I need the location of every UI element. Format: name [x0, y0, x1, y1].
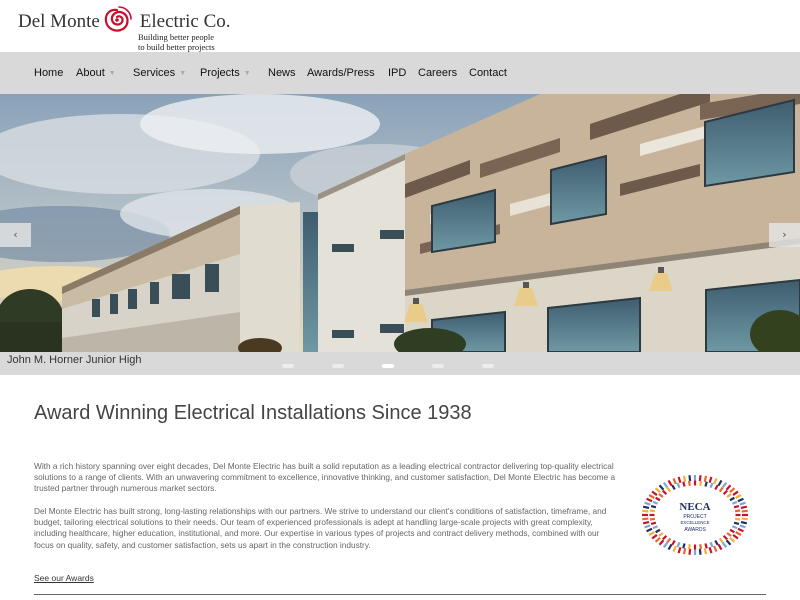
badge-ring-segment: [693, 480, 697, 486]
nav-label: IPD: [388, 67, 407, 79]
nav-label: Contact: [469, 67, 507, 79]
nav-about[interactable]: About ▼: [76, 52, 116, 94]
badge-ring-segment: [693, 544, 697, 550]
chevron-down-icon: ▼: [243, 70, 251, 77]
nav-careers[interactable]: Careers: [418, 52, 457, 94]
nav-projects[interactable]: Projects ▼: [200, 52, 251, 94]
chevron-down-icon: ▼: [108, 70, 116, 77]
content-divider: [34, 594, 766, 595]
badge-ring-segment: [693, 475, 697, 481]
chevron-down-icon: ▼: [179, 70, 187, 77]
nav-label: Projects: [200, 67, 240, 79]
tagline-line-2: to build better projects: [138, 42, 215, 52]
badge-line-4: AWARDS: [684, 527, 706, 533]
logo-swirl-icon: [104, 6, 132, 32]
relationships-paragraph: Del Monte Electric has built strong, lon…: [34, 506, 607, 550]
nav-awards-press[interactable]: Awards/Press: [307, 52, 375, 94]
slider-dot-3[interactable]: [382, 364, 394, 368]
slide-caption: John M. Horner Junior High: [7, 354, 142, 366]
logo[interactable]: Del Monte Electric Co. Building better pe…: [18, 5, 238, 52]
badge-ring-segment: [642, 513, 648, 517]
nav-label: Home: [34, 67, 64, 79]
nav-news[interactable]: News: [268, 52, 296, 94]
site-header: Del Monte Electric Co. Building better pe…: [0, 0, 800, 52]
page-headline: Award Winning Electrical Installations S…: [34, 402, 472, 424]
logo-name-right: Electric Co.: [139, 11, 231, 32]
logo-tagline: Building better people to build better p…: [138, 32, 215, 52]
nav-services[interactable]: Services ▼: [133, 52, 186, 94]
slider-dot-5[interactable]: [482, 364, 494, 368]
nav-label: Awards/Press: [307, 67, 375, 79]
badge-ring-segment: [649, 513, 655, 517]
slide-caption-bar: John M. Horner Junior High: [0, 352, 800, 375]
badge-line-3: EXCELLENCE: [680, 520, 709, 525]
logo-name-left: Del Monte: [18, 11, 100, 32]
hero-image: [0, 94, 800, 352]
nav-label: News: [268, 67, 296, 79]
nav-label: Services: [133, 67, 176, 79]
nav-contact[interactable]: Contact: [469, 52, 507, 94]
nav-label: Careers: [418, 67, 458, 79]
hero-slider: ‹ ›: [0, 94, 800, 352]
slider-dot-1[interactable]: [282, 364, 294, 368]
chevron-left-icon: ‹: [13, 228, 18, 241]
badge-line-1: NECA: [679, 501, 710, 513]
nav-home[interactable]: Home: [34, 52, 63, 94]
tagline-line-1: Building better people: [138, 32, 215, 42]
badge-ring-segment: [735, 513, 741, 517]
intro-paragraph: With a rich history spanning over eight …: [34, 461, 616, 494]
badge-ring-segment: [742, 513, 748, 517]
slider-dot-2[interactable]: [332, 364, 344, 368]
see-awards-link[interactable]: See our Awards: [34, 573, 94, 583]
slider-dot-4[interactable]: [432, 364, 444, 368]
badge-ring-segment: [693, 549, 697, 555]
nav-ipd[interactable]: IPD: [388, 52, 406, 94]
nav-label: About: [76, 67, 105, 79]
chevron-right-icon: ›: [782, 228, 787, 241]
slider-prev-button[interactable]: ‹: [0, 223, 31, 247]
slider-next-button[interactable]: ›: [769, 223, 800, 247]
main-nav: Home About ▼ Services ▼ Projects ▼ News Awa…: [0, 52, 800, 94]
neca-award-badge: NECA PROJECT EXCELLENCE AWARDS: [639, 473, 751, 557]
